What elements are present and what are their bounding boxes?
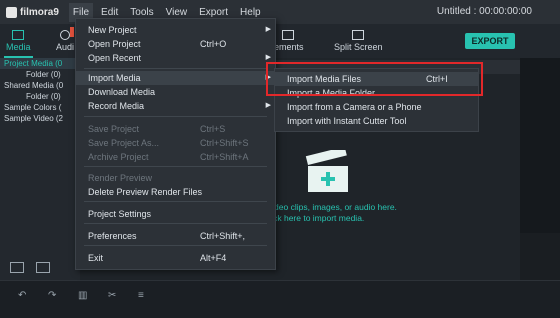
app-logo: filmora9 xyxy=(6,6,59,18)
menu-render-preview[interactable]: Render Preview xyxy=(76,171,275,185)
tab-elements-label: lements xyxy=(272,42,304,52)
record-media-label: Record Media xyxy=(88,101,145,111)
import-cutter-label: Import with Instant Cutter Tool xyxy=(287,116,407,126)
preview-panel xyxy=(520,58,560,283)
open-recent-label: Open Recent xyxy=(88,53,142,63)
library-item-sample-video[interactable]: Sample Video (2 xyxy=(0,113,80,124)
menu-preferences[interactable]: Preferences Ctrl+Shift+, xyxy=(76,229,275,243)
submenu-arrow-icon: ▶ xyxy=(265,102,271,109)
undo-icon[interactable]: ↶ xyxy=(18,291,30,301)
exit-shortcut: Alt+F4 xyxy=(200,253,227,263)
library-item-shared-media[interactable]: Shared Media (0 xyxy=(0,80,80,91)
menu-open-recent[interactable]: Open Recent ▶ xyxy=(76,51,275,65)
archive-project-label: Archive Project xyxy=(88,152,149,162)
tab-split-screen[interactable]: Split Screen xyxy=(334,30,383,52)
submenu-arrow-icon: ▶ xyxy=(265,26,271,33)
menu-record-media[interactable]: Record Media ▶ xyxy=(76,99,275,113)
hint-line-1: ur video clips, images, or audio here. xyxy=(258,202,397,212)
save-project-label: Save Project xyxy=(88,124,140,134)
library-item-project-media[interactable]: Project Media (0 xyxy=(0,58,80,69)
library-item-shared-folder[interactable]: Folder (0) xyxy=(0,91,80,102)
cut-icon[interactable]: ✂ xyxy=(108,291,120,301)
menu-open-project[interactable]: Open Project Ctrl+O xyxy=(76,37,275,51)
menu-project-settings[interactable]: Project Settings xyxy=(76,207,275,221)
export-button[interactable]: EXPORT xyxy=(465,33,515,49)
project-settings-label: Project Settings xyxy=(88,209,152,219)
preferences-label: Preferences xyxy=(88,231,137,241)
menu-import-media[interactable]: Import Media ▶ xyxy=(76,71,275,85)
menu-archive-project[interactable]: Archive Project Ctrl+Shift+A xyxy=(76,150,275,164)
menu-divider xyxy=(84,166,267,167)
archive-project-shortcut: Ctrl+Shift+A xyxy=(200,152,249,162)
menu-help[interactable]: Help xyxy=(240,7,261,18)
clapperboard-icon[interactable] xyxy=(304,150,352,194)
menu-divider xyxy=(84,201,267,202)
media-library-panel: Project Media (0 Folder (0) Shared Media… xyxy=(0,58,80,280)
delete-render-label: Delete Preview Render Files xyxy=(88,187,203,197)
library-item-sample-colors[interactable]: Sample Colors ( xyxy=(0,102,80,113)
menu-tools[interactable]: Tools xyxy=(130,7,153,18)
menu-save-project-as[interactable]: Save Project As... Ctrl+Shift+S xyxy=(76,136,275,150)
split-screen-icon xyxy=(352,30,365,40)
adjust-icon[interactable]: ≡ xyxy=(138,291,150,301)
open-project-label: Open Project xyxy=(88,39,141,49)
import-media-label: Import Media xyxy=(88,73,141,83)
audio-icon xyxy=(60,30,70,40)
file-menu: New Project ▶ Open Project Ctrl+O Open R… xyxy=(75,18,276,270)
highlight-annotation-box xyxy=(266,62,483,96)
folder-icon[interactable] xyxy=(36,262,50,273)
menu-divider xyxy=(84,116,267,117)
tab-media-label: Media xyxy=(6,42,31,52)
download-media-label: Download Media xyxy=(88,87,156,97)
hint-line-2: r, click here to import media. xyxy=(258,213,365,223)
redo-icon[interactable]: ↷ xyxy=(48,291,60,301)
menu-delete-render-files[interactable]: Delete Preview Render Files xyxy=(76,185,275,199)
menu-divider xyxy=(84,223,267,224)
menu-exit[interactable]: Exit Alt+F4 xyxy=(76,251,275,265)
render-preview-label: Render Preview xyxy=(88,173,153,183)
menu-import-instant-cutter[interactable]: Import with Instant Cutter Tool xyxy=(275,114,478,128)
tab-elements[interactable]: lements xyxy=(272,30,304,52)
library-item-folder[interactable]: Folder (0) xyxy=(0,69,80,80)
save-project-as-shortcut: Ctrl+Shift+S xyxy=(200,138,249,148)
menu-save-project[interactable]: Save Project Ctrl+S xyxy=(76,122,275,136)
tab-media[interactable]: Media xyxy=(4,30,33,58)
preview-controls[interactable] xyxy=(520,233,560,283)
new-project-label: New Project xyxy=(88,25,137,35)
media-icon xyxy=(12,30,25,40)
filmora-logo-icon xyxy=(6,6,17,18)
menu-import-from-camera[interactable]: Import from a Camera or a Phone xyxy=(275,100,478,114)
timeline-toolbar: ↶ ↷ ▥ ✂ ≡ xyxy=(0,280,560,318)
import-camera-label: Import from a Camera or a Phone xyxy=(287,102,422,112)
delete-icon[interactable]: ▥ xyxy=(78,291,90,301)
tab-audio-label: Audi xyxy=(56,42,75,52)
playhead[interactable] xyxy=(70,27,74,37)
new-folder-icon[interactable] xyxy=(10,262,24,273)
logo-text: filmora9 xyxy=(20,6,59,18)
elements-icon xyxy=(282,30,294,40)
preferences-shortcut: Ctrl+Shift+, xyxy=(200,231,246,241)
folder-actions xyxy=(10,262,50,273)
menu-new-project[interactable]: New Project ▶ xyxy=(76,23,275,37)
tab-split-label: Split Screen xyxy=(334,42,383,52)
menu-divider xyxy=(84,245,267,246)
exit-label: Exit xyxy=(88,253,104,263)
open-project-shortcut: Ctrl+O xyxy=(200,39,227,49)
save-project-as-label: Save Project As... xyxy=(88,138,160,148)
menu-divider xyxy=(84,68,267,69)
menu-view[interactable]: View xyxy=(166,7,188,18)
import-hint[interactable]: ur video clips, images, or audio here. r… xyxy=(258,202,397,224)
menu-download-media[interactable]: Download Media xyxy=(76,85,275,99)
window-title: Untitled : 00:00:00:00 xyxy=(436,6,532,17)
menu-edit[interactable]: Edit xyxy=(101,7,118,18)
menu-export[interactable]: Export xyxy=(199,7,228,18)
save-project-shortcut: Ctrl+S xyxy=(200,124,226,134)
